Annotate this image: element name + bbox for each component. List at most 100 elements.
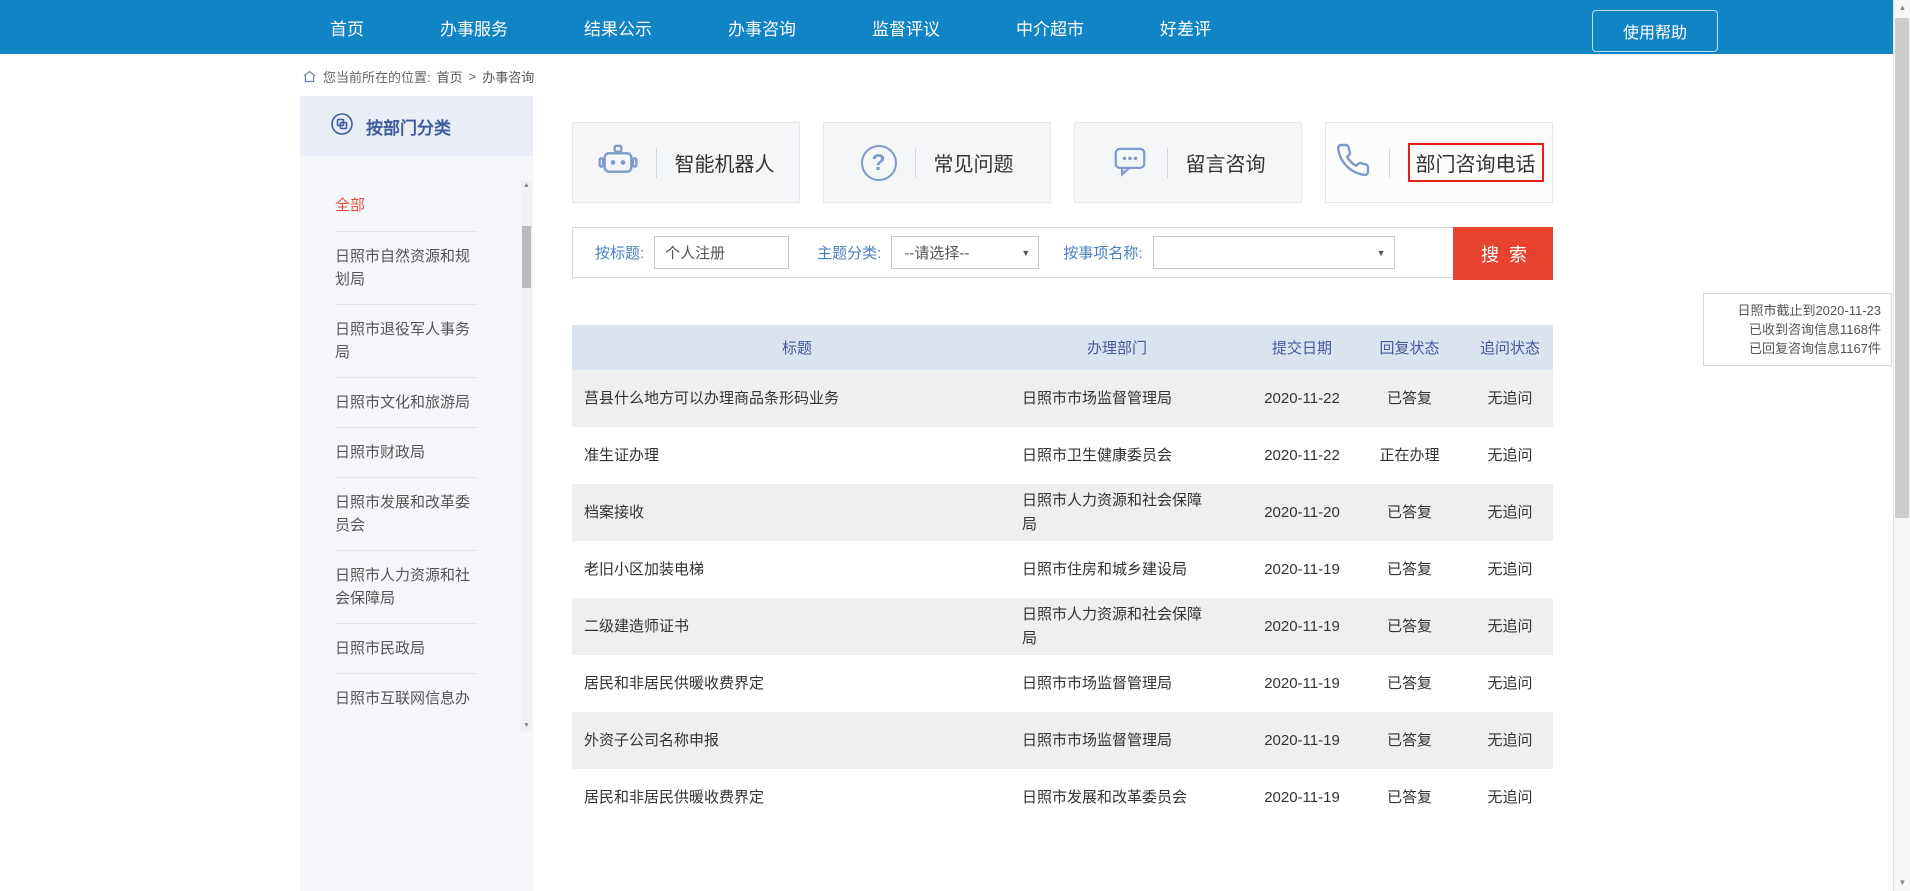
column-header-date: 提交日期 <box>1252 337 1352 358</box>
row-department: 日照市住房和城乡建设局 <box>1022 558 1252 582</box>
row-title[interactable]: 二级建造师证书 <box>572 615 1022 639</box>
sidebar-item-all[interactable]: 全部 <box>335 184 477 232</box>
consultation-table: 标题 办理部门 提交日期 回复状态 追问状态 莒县什么地方可以办理商品条形码业务… <box>572 325 1553 826</box>
row-date: 2020-11-19 <box>1252 672 1352 696</box>
row-title[interactable]: 居民和非居民供暖收费界定 <box>572 672 1022 696</box>
sidebar-item-department[interactable]: 日照市民政局 <box>335 624 477 674</box>
row-title[interactable]: 外资子公司名称申报 <box>572 729 1022 753</box>
row-date: 2020-11-19 <box>1252 729 1352 753</box>
table-row[interactable]: 莒县什么地方可以办理商品条形码业务 日照市市场监督管理局 2020-11-22 … <box>572 370 1553 427</box>
nav-item[interactable]: 办事咨询 <box>728 15 796 40</box>
row-follow-status: 无追问 <box>1467 729 1553 753</box>
robot-icon <box>598 140 638 185</box>
department-sidebar: 按部门分类 全部 日照市自然资源和规划局 日照市退役军人事务局 日照市文化和旅游… <box>300 96 533 891</box>
stats-line-received: 已收到咨询信息1168件 <box>1714 320 1881 339</box>
breadcrumb-current[interactable]: 办事咨询 <box>482 67 534 86</box>
nav-item[interactable]: 结果公示 <box>584 15 652 40</box>
nav-item[interactable]: 首页 <box>330 15 364 40</box>
sidebar-item-department[interactable]: 日照市发展和改革委员会 <box>335 478 477 551</box>
tab-label: 常见问题 <box>934 148 1014 177</box>
tab-label: 留言咨询 <box>1186 148 1266 177</box>
tab-faq[interactable]: ? 常见问题 <box>823 122 1051 203</box>
sidebar-item-department[interactable]: 日照市财政局 <box>335 428 477 478</box>
tab-message-consult[interactable]: 留言咨询 <box>1074 122 1302 203</box>
table-row[interactable]: 外资子公司名称申报 日照市市场监督管理局 2020-11-19 已答复 无追问 <box>572 712 1553 769</box>
row-title[interactable]: 莒县什么地方可以办理商品条形码业务 <box>572 387 1022 411</box>
scroll-down-icon[interactable]: ▼ <box>521 720 532 732</box>
nav-item[interactable]: 好差评 <box>1160 15 1211 40</box>
phone-icon <box>1335 142 1371 183</box>
tab-divider <box>915 148 916 178</box>
row-reply-status: 已答复 <box>1352 558 1467 582</box>
column-header-department: 办理部门 <box>1022 337 1252 358</box>
row-title[interactable]: 居民和非居民供暖收费界定 <box>572 786 1022 810</box>
tab-divider <box>1167 148 1168 178</box>
sidebar-item-department[interactable]: 日照市互联网信息办 <box>335 674 477 723</box>
nav-item[interactable]: 中介超市 <box>1016 15 1084 40</box>
sidebar-scrollbar-thumb[interactable] <box>522 226 531 288</box>
tab-divider <box>1389 148 1390 178</box>
row-follow-status: 无追问 <box>1467 615 1553 639</box>
tab-label-highlighted: 部门咨询电话 <box>1408 143 1544 182</box>
home-icon <box>302 69 317 84</box>
sidebar-item-department[interactable]: 日照市文化和旅游局 <box>335 378 477 428</box>
topic-category-select[interactable]: --请选择-- ▼ <box>891 236 1039 269</box>
search-button[interactable]: 搜索 <box>1453 227 1553 280</box>
table-row[interactable]: 老旧小区加装电梯 日照市住房和城乡建设局 2020-11-19 已答复 无追问 <box>572 541 1553 598</box>
row-follow-status: 无追问 <box>1467 672 1553 696</box>
row-department: 日照市发展和改革委员会 <box>1022 786 1252 810</box>
stats-line-replied: 已回复咨询信息1167件 <box>1714 339 1881 358</box>
sidebar-item-department[interactable]: 日照市人力资源和社会保障局 <box>335 551 477 624</box>
sidebar-header: 按部门分类 <box>300 96 533 156</box>
page-scrollbar[interactable]: ▲ ▼ <box>1893 0 1910 891</box>
topic-category-label: 主题分类: <box>817 242 881 263</box>
row-reply-status: 已答复 <box>1352 501 1467 525</box>
sidebar-item-department[interactable]: 日照市退役军人事务局 <box>335 305 477 378</box>
breadcrumb: 您当前所在的位置: 首页 > 办事咨询 <box>302 67 534 86</box>
title-search-label: 按标题: <box>595 242 644 263</box>
question-icon: ? <box>861 145 897 181</box>
row-title[interactable]: 老旧小区加装电梯 <box>572 558 1022 582</box>
table-row[interactable]: 居民和非居民供暖收费界定 日照市市场监督管理局 2020-11-19 已答复 无… <box>572 655 1553 712</box>
sidebar-item-department[interactable]: 日照市自然资源和规划局 <box>335 232 477 305</box>
page-scrollbar-thumb[interactable] <box>1895 18 1909 518</box>
tab-department-phone[interactable]: 部门咨询电话 <box>1325 122 1553 203</box>
row-follow-status: 无追问 <box>1467 558 1553 582</box>
breadcrumb-separator: > <box>469 69 477 84</box>
row-date: 2020-11-22 <box>1252 444 1352 468</box>
row-reply-status: 正在办理 <box>1352 444 1467 468</box>
nav-item[interactable]: 办事服务 <box>440 15 508 40</box>
tab-label: 智能机器人 <box>675 148 775 177</box>
main-content: 智能机器人 ? 常见问题 留言咨询 <box>572 122 1553 826</box>
row-reply-status: 已答复 <box>1352 786 1467 810</box>
row-department: 日照市市场监督管理局 <box>1022 387 1252 411</box>
row-date: 2020-11-22 <box>1252 387 1352 411</box>
table-body: 莒县什么地方可以办理商品条形码业务 日照市市场监督管理局 2020-11-22 … <box>572 370 1553 826</box>
help-button[interactable]: 使用帮助 <box>1592 10 1718 52</box>
tab-divider <box>656 148 657 178</box>
column-header-follow-status: 追问状态 <box>1467 337 1553 358</box>
row-date: 2020-11-19 <box>1252 558 1352 582</box>
nav-item[interactable]: 监督评议 <box>872 15 940 40</box>
row-reply-status: 已答复 <box>1352 729 1467 753</box>
row-follow-status: 无追问 <box>1467 444 1553 468</box>
item-name-select[interactable]: ▼ <box>1153 236 1395 269</box>
row-title[interactable]: 档案接收 <box>572 501 1022 525</box>
table-row[interactable]: 准生证办理 日照市卫生健康委员会 2020-11-22 正在办理 无追问 <box>572 427 1553 484</box>
table-row[interactable]: 二级建造师证书 日照市人力资源和社会保障局 2020-11-19 已答复 无追问 <box>572 598 1553 655</box>
title-search-input[interactable] <box>654 236 789 269</box>
row-date: 2020-11-19 <box>1252 615 1352 639</box>
row-title[interactable]: 准生证办理 <box>572 444 1022 468</box>
breadcrumb-home[interactable]: 首页 <box>437 67 463 86</box>
table-row[interactable]: 档案接收 日照市人力资源和社会保障局 2020-11-20 已答复 无追问 <box>572 484 1553 541</box>
scroll-up-icon[interactable]: ▲ <box>521 180 532 192</box>
scroll-down-icon[interactable]: ▼ <box>1894 875 1910 891</box>
sidebar-scrollbar[interactable]: ▲ ▼ <box>521 180 532 732</box>
row-department: 日照市人力资源和社会保障局 <box>1022 489 1252 537</box>
stats-box: 日照市截止到2020-11-23 已收到咨询信息1168件 已回复咨询信息116… <box>1703 293 1892 366</box>
chevron-down-icon: ▼ <box>1021 248 1030 258</box>
chevron-down-icon: ▼ <box>1377 248 1386 258</box>
scroll-up-icon[interactable]: ▲ <box>1894 0 1910 16</box>
table-row[interactable]: 居民和非居民供暖收费界定 日照市发展和改革委员会 2020-11-19 已答复 … <box>572 769 1553 826</box>
tab-smart-robot[interactable]: 智能机器人 <box>572 122 800 203</box>
